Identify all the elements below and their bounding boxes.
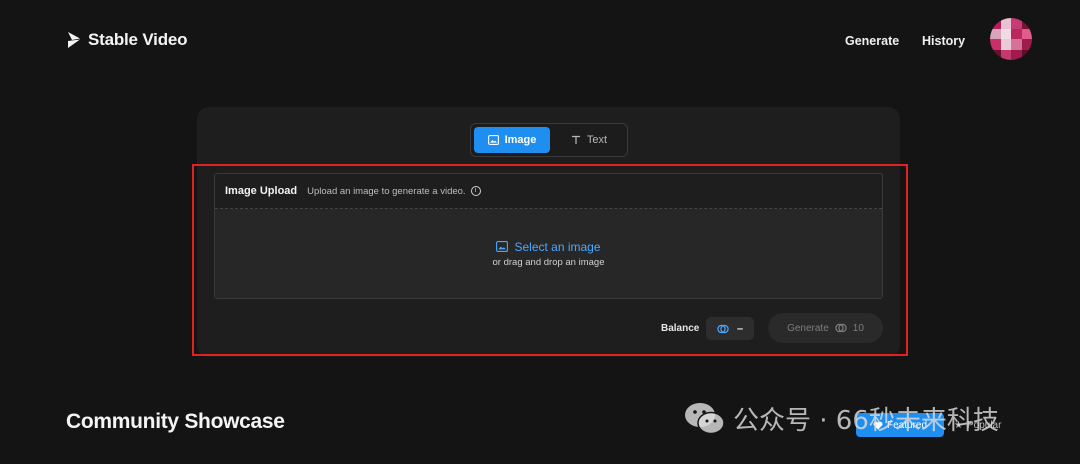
avatar-pixel — [1011, 18, 1022, 29]
generate-button[interactable]: Generate 10 — [768, 313, 883, 343]
avatar-pixel — [990, 39, 1001, 50]
tab-image-label: Image — [504, 134, 537, 146]
avatar-pixel — [990, 28, 1001, 39]
stable-video-logo-icon — [68, 32, 80, 48]
avatar-pixel — [1021, 39, 1032, 50]
balance-badge: – — [706, 317, 754, 340]
page: Stable Video Generate History Image Text — [0, 0, 1080, 464]
avatar-pixel — [1000, 49, 1011, 60]
avatar-pixel — [1021, 28, 1032, 39]
tab-text-label: Text — [586, 134, 608, 146]
avatar-pixel — [990, 18, 1001, 29]
upload-header: Image Upload Upload an image to generate… — [215, 174, 882, 209]
generate-cost: 10 — [852, 322, 864, 334]
tab-image[interactable]: Image — [474, 127, 550, 153]
brand-name: Stable Video — [88, 30, 188, 49]
mode-switch: Image Text — [470, 123, 628, 157]
watermark-text: 公众号 · 66秒未来科技 — [733, 406, 999, 436]
balance-value: – — [736, 322, 744, 335]
watermark: 公众号 · 66秒未来科技 — [683, 400, 999, 437]
brand-logo[interactable]: Stable Video — [66, 30, 188, 50]
credits-icon — [717, 324, 729, 333]
text-icon — [571, 135, 580, 144]
select-image-label: Select an image — [514, 239, 601, 254]
wechat-icon — [685, 402, 725, 434]
avatar-pixel — [1000, 39, 1011, 50]
image-dropzone[interactable]: Select an image or drag and drop an imag… — [215, 209, 882, 298]
upload-hint: Upload an image to generate a video. — [307, 185, 466, 197]
avatar-pixel — [1011, 49, 1022, 60]
image-icon — [496, 241, 509, 252]
nav-generate[interactable]: Generate — [845, 34, 899, 48]
image-icon — [487, 135, 499, 145]
select-image-link[interactable]: Select an image — [496, 239, 601, 254]
avatar[interactable] — [990, 18, 1032, 60]
tab-text[interactable]: Text — [554, 127, 624, 153]
info-icon[interactable]: i — [470, 186, 481, 196]
avatar-pixel — [1021, 49, 1032, 60]
balance-label: Balance — [661, 323, 700, 334]
image-upload-panel: Image Upload Upload an image to generate… — [214, 173, 883, 299]
avatar-pixel — [1011, 28, 1022, 39]
avatar-pixel — [990, 49, 1001, 60]
avatar-pixel — [1000, 28, 1011, 39]
avatar-pixel — [1021, 18, 1032, 29]
drag-drop-text: or drag and drop an image — [492, 256, 605, 268]
avatar-pixel — [1000, 18, 1011, 29]
generate-label: Generate — [787, 322, 829, 334]
avatar-pixel — [1011, 39, 1022, 50]
nav-history[interactable]: History — [922, 34, 965, 48]
credits-icon — [835, 323, 847, 333]
upload-title: Image Upload — [225, 185, 298, 197]
generate-card: Image Text Image Upload Upload an image … — [197, 107, 900, 357]
showcase-title: Community Showcase — [66, 410, 285, 433]
